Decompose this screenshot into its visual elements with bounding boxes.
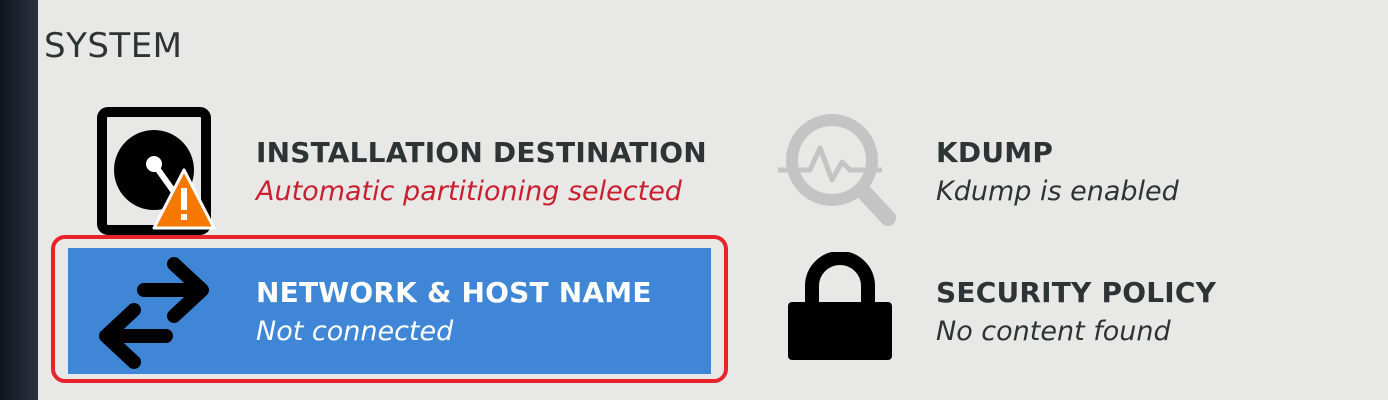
- lock-icon: [786, 251, 896, 368]
- spoke-network-host-name[interactable]: NETWORK & HOST NAME Not connected: [68, 248, 711, 374]
- spoke-kdump[interactable]: KDUMP Kdump is enabled: [776, 106, 1336, 232]
- spoke-status: Kdump is enabled: [936, 176, 1179, 207]
- section-title: SYSTEM: [44, 26, 183, 66]
- network-arrows-icon: [94, 254, 224, 376]
- spoke-title: INSTALLATION DESTINATION: [256, 136, 707, 169]
- spoke-title: KDUMP: [936, 136, 1054, 169]
- spoke-status: No content found: [936, 316, 1171, 347]
- kdump-magnifier-icon: [776, 108, 906, 242]
- spoke-installation-destination[interactable]: INSTALLATION DESTINATION Automatic parti…: [96, 106, 716, 235]
- spoke-security-policy[interactable]: SECURITY POLICY No content found: [776, 248, 1336, 374]
- spoke-status: Automatic partitioning selected: [256, 176, 682, 207]
- spoke-title: SECURITY POLICY: [936, 276, 1217, 309]
- spoke-title: NETWORK & HOST NAME: [256, 276, 652, 309]
- spoke-status: Not connected: [256, 316, 454, 347]
- left-sidebar-edge: [0, 0, 38, 400]
- hard-disk-warning-icon: [96, 106, 226, 240]
